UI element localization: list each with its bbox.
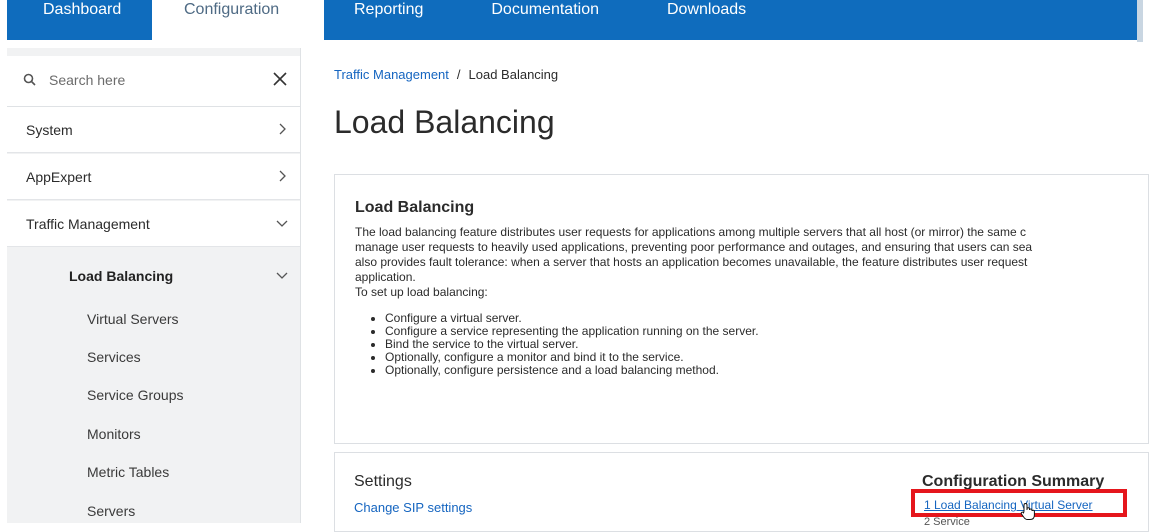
tab-configuration[interactable]: Configuration xyxy=(156,0,318,40)
tab-dashboard[interactable]: Dashboard xyxy=(7,0,152,40)
page-title: Load Balancing xyxy=(334,104,555,140)
tab-dashboard-label: Dashboard xyxy=(43,1,122,18)
chevron-right-icon xyxy=(279,170,286,182)
intro-line: application. xyxy=(355,270,416,284)
search-icon xyxy=(23,73,36,86)
intro-line: The load balancing feature distributes u… xyxy=(355,225,1026,239)
sidebar-item-label: Traffic Management xyxy=(26,216,150,232)
sidebar-item-system[interactable]: System xyxy=(7,107,300,153)
service-count-link[interactable]: 2 Service xyxy=(924,516,970,528)
intro-line: manage user requests to heavily used app… xyxy=(355,240,1033,254)
settings-panel: Settings Change SIP settings xyxy=(334,452,904,532)
sidebar-item-servers[interactable]: Servers xyxy=(87,503,135,519)
intro-title: Load Balancing xyxy=(355,199,475,216)
breadcrumb: Traffic Management / Load Balancing xyxy=(334,67,558,82)
tab-downloads[interactable]: Downloads xyxy=(667,1,746,18)
tab-documentation[interactable]: Documentation xyxy=(491,1,599,18)
tab-configuration-label: Configuration xyxy=(184,1,280,18)
settings-title: Settings xyxy=(354,473,412,490)
list-item: Optionally, configure persistence and a … xyxy=(385,364,1148,377)
close-icon[interactable] xyxy=(270,69,290,89)
nav-tab-group: Reporting Documentation Downloads xyxy=(324,0,1137,40)
nav-edge xyxy=(1137,0,1143,42)
virtual-server-count-link[interactable]: 1 Load Balancing Virtual Server xyxy=(924,498,1093,512)
sidebar-item-metric-tables[interactable]: Metric Tables xyxy=(87,464,169,480)
sidebar-search[interactable]: Search here xyxy=(7,56,300,107)
sidebar-item-services[interactable]: Services xyxy=(87,349,141,365)
sidebar-item-traffic-management[interactable]: Traffic Management xyxy=(7,201,300,247)
intro-line: To set up load balancing: xyxy=(355,285,488,299)
sidebar-item-virtual-servers[interactable]: Virtual Servers xyxy=(87,311,179,327)
sidebar-item-load-balancing[interactable]: Load Balancing xyxy=(7,253,300,299)
intro-panel: Load Balancing The load balancing featur… xyxy=(334,174,1149,444)
change-sip-settings-link[interactable]: Change SIP settings xyxy=(354,500,472,515)
hand-pointer-icon xyxy=(1020,502,1035,520)
intro-description: The load balancing feature distributes u… xyxy=(355,225,1148,377)
sidebar-item-monitors[interactable]: Monitors xyxy=(87,426,141,442)
breadcrumb-current: Load Balancing xyxy=(468,67,559,82)
setup-steps-list: Configure a virtual server. Configure a … xyxy=(355,312,1148,377)
sidebar-item-service-groups[interactable]: Service Groups xyxy=(87,387,183,403)
chevron-down-icon xyxy=(276,220,288,227)
sidebar-item-label: AppExpert xyxy=(26,169,92,185)
sidebar-item-appexpert[interactable]: AppExpert xyxy=(7,154,300,200)
summary-title: Configuration Summary xyxy=(922,473,1105,490)
chevron-right-icon xyxy=(279,123,286,135)
sidebar-item-label: System xyxy=(26,122,73,138)
intro-line: also provides fault tolerance: when a se… xyxy=(355,255,1028,269)
chevron-down-icon xyxy=(276,272,288,279)
breadcrumb-link[interactable]: Traffic Management xyxy=(334,67,449,82)
search-input[interactable]: Search here xyxy=(49,72,125,88)
sidebar: Search here System AppExpert Traffic Man… xyxy=(7,48,301,523)
top-navigation: Dashboard Configuration Reporting Documen… xyxy=(0,0,1143,42)
sidebar-item-label: Load Balancing xyxy=(69,268,174,284)
tab-reporting[interactable]: Reporting xyxy=(354,1,423,18)
breadcrumb-separator: / xyxy=(456,67,461,82)
